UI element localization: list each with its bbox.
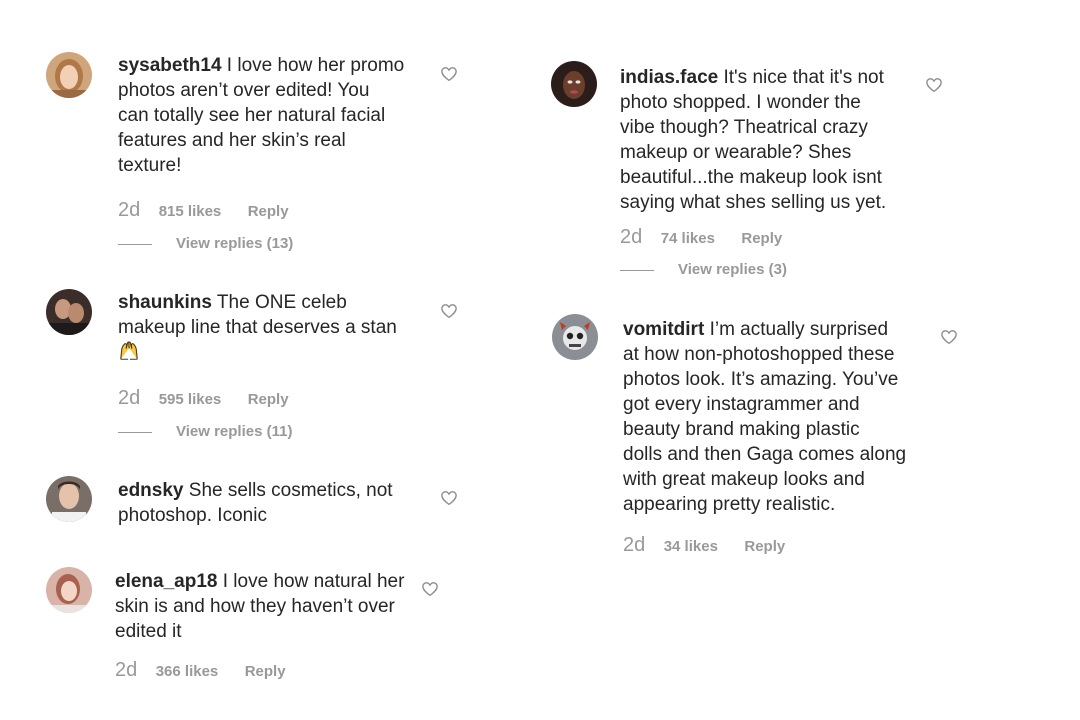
comment-line: can totally see her natural facial [118, 105, 386, 126]
comment-line: beauty brand making plastic [623, 419, 860, 440]
likes-count[interactable]: 74 likes [661, 230, 715, 247]
comment-line: edited it [115, 621, 182, 642]
comment-line: I love how her promo [226, 55, 405, 76]
view-replies-label: View replies (11) [176, 423, 293, 440]
view-replies-label: View replies (3) [678, 261, 787, 278]
comment-line: features and her skin’s real [118, 130, 346, 151]
reply-button[interactable]: Reply [245, 663, 286, 680]
avatar[interactable] [551, 61, 597, 107]
view-replies-button[interactable]: View replies (3) [620, 261, 787, 281]
comment-text: ednsky She sells cosmetics, not photosho… [118, 478, 428, 528]
comment-age: 2d [115, 659, 138, 681]
heart-outline-icon[interactable] [421, 580, 439, 598]
username[interactable]: ednsky [118, 480, 183, 501]
comment-line: It's nice that it's not [723, 67, 884, 88]
reply-button[interactable]: Reply [741, 230, 782, 247]
username[interactable]: elena_ap18 [115, 571, 217, 592]
comment-age: 2d [118, 387, 141, 409]
comment-meta: 2d 366 likes Reply [115, 659, 286, 683]
comment-line: The ONE celeb [216, 292, 347, 313]
likes-count[interactable]: 34 likes [664, 538, 718, 555]
comment-age: 2d [623, 534, 646, 556]
comment-line: dolls and then Gaga comes along [623, 444, 907, 465]
username[interactable]: sysabeth14 [118, 55, 222, 76]
raising-hands-emoji [118, 340, 140, 362]
likes-count[interactable]: 815 likes [159, 203, 222, 220]
comment-text: shaunkins The ONE celeb makeup line that… [118, 290, 428, 365]
divider-line [620, 269, 654, 271]
comment-text: vomitdirt I’m actually surprised at how … [623, 317, 928, 517]
comment-meta: 2d 595 likes Reply [118, 387, 289, 411]
comment-line: photos aren’t over edited! You [118, 80, 370, 101]
divider-line [118, 243, 152, 245]
avatar[interactable] [552, 314, 598, 360]
likes-count[interactable]: 366 likes [156, 663, 219, 680]
username[interactable]: vomitdirt [623, 319, 704, 340]
comment-line: photoshop. Iconic [118, 505, 267, 526]
view-replies-button[interactable]: View replies (11) [118, 423, 292, 443]
avatar[interactable] [46, 289, 92, 335]
heart-outline-icon[interactable] [940, 328, 958, 346]
comment-line: vibe though? Theatrical crazy [620, 117, 868, 138]
comment-age: 2d [118, 199, 141, 221]
comment-line: beautiful...the makeup look isnt [620, 167, 882, 188]
comment-line: photos look. It’s amazing. You’ve [623, 369, 899, 390]
username[interactable]: indias.face [620, 67, 718, 88]
comment-text: sysabeth14 I love how her promo photos a… [118, 53, 428, 178]
heart-outline-icon[interactable] [440, 65, 458, 83]
comment-line: I’m actually surprised [709, 319, 889, 340]
view-replies-label: View replies (13) [176, 235, 294, 252]
avatar[interactable] [46, 567, 92, 613]
avatar[interactable] [46, 476, 92, 522]
avatar[interactable] [46, 52, 92, 98]
heart-outline-icon[interactable] [440, 489, 458, 507]
divider-line [118, 431, 152, 433]
comment-text: elena_ap18 I love how natural her skin i… [115, 569, 415, 644]
comment-line: appearing pretty realistic. [623, 494, 836, 515]
username[interactable]: shaunkins [118, 292, 212, 313]
comment-line: She sells cosmetics, not [188, 480, 393, 501]
comment-line: skin is and how they haven’t over [115, 596, 395, 617]
reply-button[interactable]: Reply [248, 391, 289, 408]
comment-line: with great makeup looks and [623, 469, 865, 490]
heart-outline-icon[interactable] [925, 76, 943, 94]
comment-line: makeup or wearable? Shes [620, 142, 852, 163]
comment-line: texture! [118, 155, 182, 176]
comment-line: I love how natural her [222, 571, 405, 592]
reply-button[interactable]: Reply [744, 538, 785, 555]
comment-line: saying what shes selling us yet. [620, 192, 887, 213]
comment-line: makeup line that deserves a stan [118, 317, 397, 338]
comment-line: photo shopped. I wonder the [620, 92, 861, 113]
comment-line: got every instagrammer and [623, 394, 860, 415]
comment-meta: 2d 815 likes Reply [118, 199, 289, 223]
view-replies-button[interactable]: View replies (13) [118, 235, 293, 255]
comment-age: 2d [620, 226, 643, 248]
comment-meta: 2d 74 likes Reply [620, 226, 782, 250]
likes-count[interactable]: 595 likes [159, 391, 222, 408]
comment-line: at how non-photoshopped these [623, 344, 895, 365]
heart-outline-icon[interactable] [440, 302, 458, 320]
comment-text: indias.face It's nice that it's not phot… [620, 65, 920, 215]
comment-meta: 2d 34 likes Reply [623, 534, 785, 558]
reply-button[interactable]: Reply [248, 203, 289, 220]
